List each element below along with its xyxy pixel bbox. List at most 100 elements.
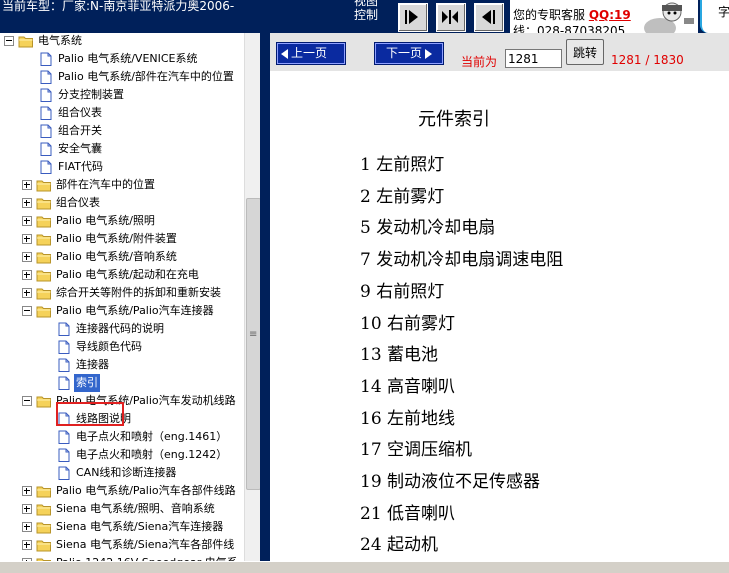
folder-icon bbox=[36, 396, 51, 408]
tree-item-label: 电子点火和喷射（eng.1461） bbox=[76, 430, 228, 443]
tree-item-label: Palio 电气系统/Palio汽车连接器 bbox=[56, 304, 214, 317]
document-icon bbox=[58, 466, 70, 480]
tree-item-label: Siena 电气系统/Siena汽车各部件线 bbox=[56, 538, 235, 551]
index-entry: 21 低音喇叭 bbox=[360, 503, 456, 524]
catalog-tree[interactable]: 电气系统 Palio 电气系统/VENICE系统 Palio 电气系统/部件在汽车中… bbox=[0, 33, 244, 561]
next-page-button[interactable]: 下一页 bbox=[375, 43, 443, 64]
font-size-toggle[interactable]: 字 bbox=[700, 0, 729, 33]
tree-item-label: 索引 bbox=[74, 374, 100, 392]
expand-plus-icon[interactable] bbox=[22, 288, 32, 298]
tree-item[interactable]: 连接器代码的说明 bbox=[0, 320, 244, 338]
service-qq-link[interactable]: QQ:19 bbox=[589, 8, 631, 22]
tree-item-label: Palio 电气系统/照明 bbox=[56, 214, 155, 227]
tree-scrollbar-thumb[interactable] bbox=[246, 198, 261, 490]
tree-folder[interactable]: 电气系统 bbox=[0, 33, 244, 50]
panel-splitter[interactable] bbox=[260, 33, 270, 561]
document-icon bbox=[58, 376, 70, 390]
document-title: 元件索引 bbox=[418, 109, 490, 130]
tree-folder[interactable]: Siena 电气系统/Siena汽车连接器 bbox=[0, 518, 244, 536]
folder-icon bbox=[36, 288, 51, 300]
index-entry: 7 发动机冷却电扇调速电阻 bbox=[360, 250, 564, 271]
tree-item[interactable]: 电子点火和喷射（eng.1242） bbox=[0, 446, 244, 464]
expand-plus-icon[interactable] bbox=[22, 234, 32, 244]
nav-back-button[interactable] bbox=[474, 3, 504, 32]
tree-folder[interactable]: Palio 电气系统/Palio汽车连接器 bbox=[0, 302, 244, 320]
tree-folder[interactable]: Palio 电气系统/照明 bbox=[0, 212, 244, 230]
tree-item[interactable]: 导线颜色代码 bbox=[0, 338, 244, 356]
tree-item[interactable]: 电子点火和喷射（eng.1461） bbox=[0, 428, 244, 446]
tree-item-label: Siena 电气系统/照明、音响系统 bbox=[56, 502, 215, 515]
expand-plus-icon[interactable] bbox=[22, 198, 32, 208]
tree-item[interactable]: 安全气囊 bbox=[0, 140, 244, 158]
collapse-minus-icon[interactable] bbox=[22, 396, 32, 406]
folder-icon bbox=[36, 252, 51, 264]
expand-plus-icon[interactable] bbox=[22, 522, 32, 532]
tree-item[interactable]: 组合开关 bbox=[0, 122, 244, 140]
tree-folder[interactable]: Palio 1242 16V Speedgear 电气系 bbox=[0, 554, 244, 561]
tree-folder[interactable]: Palio 电气系统/起动和在充电 bbox=[0, 266, 244, 284]
expand-plus-icon[interactable] bbox=[22, 504, 32, 514]
index-entry: 2 左前雾灯 bbox=[360, 186, 445, 207]
expand-plus-icon[interactable] bbox=[22, 270, 32, 280]
tree-item-label: Palio 电气系统/附件装置 bbox=[56, 232, 177, 245]
tree-item-label: 连接器代码的说明 bbox=[76, 322, 164, 335]
tree-item-label: CAN线和诊断连接器 bbox=[76, 466, 177, 479]
folder-icon bbox=[36, 522, 51, 534]
collapse-minus-icon[interactable] bbox=[22, 306, 32, 316]
page-toolbar: 上一页 下一页 当前为 跳转 1281 / 1830 bbox=[270, 33, 729, 71]
tree-folder[interactable]: 部件在汽车中的位置 bbox=[0, 176, 244, 194]
tree-folder[interactable]: 综合开关等附件的拆卸和重新安装 bbox=[0, 284, 244, 302]
tree-item-label: 电子点火和喷射（eng.1242） bbox=[76, 448, 228, 461]
folder-icon bbox=[36, 234, 51, 246]
jump-button[interactable]: 跳转 bbox=[566, 39, 604, 65]
document-icon bbox=[58, 448, 70, 462]
nav-expand-button[interactable] bbox=[436, 3, 466, 32]
document-icon bbox=[40, 88, 52, 102]
folder-icon bbox=[36, 486, 51, 498]
tree-item[interactable]: 分支控制装置 bbox=[0, 86, 244, 104]
tree-item-label: Palio 电气系统/VENICE系统 bbox=[58, 52, 198, 65]
collapse-minus-icon[interactable] bbox=[4, 36, 14, 46]
expand-plus-icon[interactable] bbox=[22, 180, 32, 190]
tree-folder[interactable]: Palio 电气系统/Palio汽车各部件线路 bbox=[0, 482, 244, 500]
tree-item-label: 导线颜色代码 bbox=[76, 340, 142, 353]
nav-forward-button[interactable] bbox=[398, 3, 428, 32]
status-bar bbox=[0, 561, 729, 573]
tree-folder[interactable]: 组合仪表 bbox=[0, 194, 244, 212]
page-count: 1281 / 1830 bbox=[611, 53, 684, 67]
tree-item[interactable]: 索引 bbox=[0, 374, 244, 392]
tree-scrollbar[interactable] bbox=[244, 33, 261, 561]
expand-plus-icon[interactable] bbox=[22, 486, 32, 496]
tree-folder[interactable]: Palio 电气系统/附件装置 bbox=[0, 230, 244, 248]
index-entry: 10 右前雾灯 bbox=[360, 313, 456, 334]
document-icon bbox=[58, 340, 70, 354]
index-entry: 19 制动液位不足传感器 bbox=[360, 472, 541, 492]
arrow-right-icon bbox=[405, 10, 418, 24]
tree-item[interactable]: CAN线和诊断连接器 bbox=[0, 464, 244, 482]
tree-item[interactable]: FIAT代码 bbox=[0, 158, 244, 176]
expand-plus-icon[interactable] bbox=[22, 540, 32, 550]
tree-folder[interactable]: Siena 电气系统/照明、音响系统 bbox=[0, 500, 244, 518]
tree-item-label: 电气系统 bbox=[38, 34, 82, 47]
tree-item-label: 部件在汽车中的位置 bbox=[56, 178, 155, 191]
document-icon bbox=[58, 322, 70, 336]
tree-item[interactable]: 连接器 bbox=[0, 356, 244, 374]
expand-plus-icon[interactable] bbox=[22, 216, 32, 226]
tree-item[interactable]: Palio 电气系统/VENICE系统 bbox=[0, 50, 244, 68]
expand-plus-icon[interactable] bbox=[22, 252, 32, 262]
font-size-toggle-label: 字 bbox=[718, 5, 729, 19]
index-entry: 9 右前照灯 bbox=[360, 281, 445, 302]
tree-item[interactable]: 组合仪表 bbox=[0, 104, 244, 122]
arrow-left-icon bbox=[482, 10, 495, 24]
expand-arrows-icon bbox=[442, 10, 458, 24]
document-icon bbox=[58, 430, 70, 444]
tree-item-label: FIAT代码 bbox=[58, 160, 103, 173]
page-number-input[interactable] bbox=[505, 49, 562, 68]
prev-page-button[interactable]: 上一页 bbox=[277, 43, 345, 64]
tree-item-label: 综合开关等附件的拆卸和重新安装 bbox=[56, 286, 221, 299]
folder-icon bbox=[36, 180, 51, 192]
tree-folder[interactable]: Siena 电气系统/Siena汽车各部件线 bbox=[0, 536, 244, 554]
tree-folder[interactable]: Palio 电气系统/音响系统 bbox=[0, 248, 244, 266]
tree-item[interactable]: Palio 电气系统/部件在汽车中的位置 bbox=[0, 68, 244, 86]
tree-item-label: 安全气囊 bbox=[58, 142, 102, 155]
